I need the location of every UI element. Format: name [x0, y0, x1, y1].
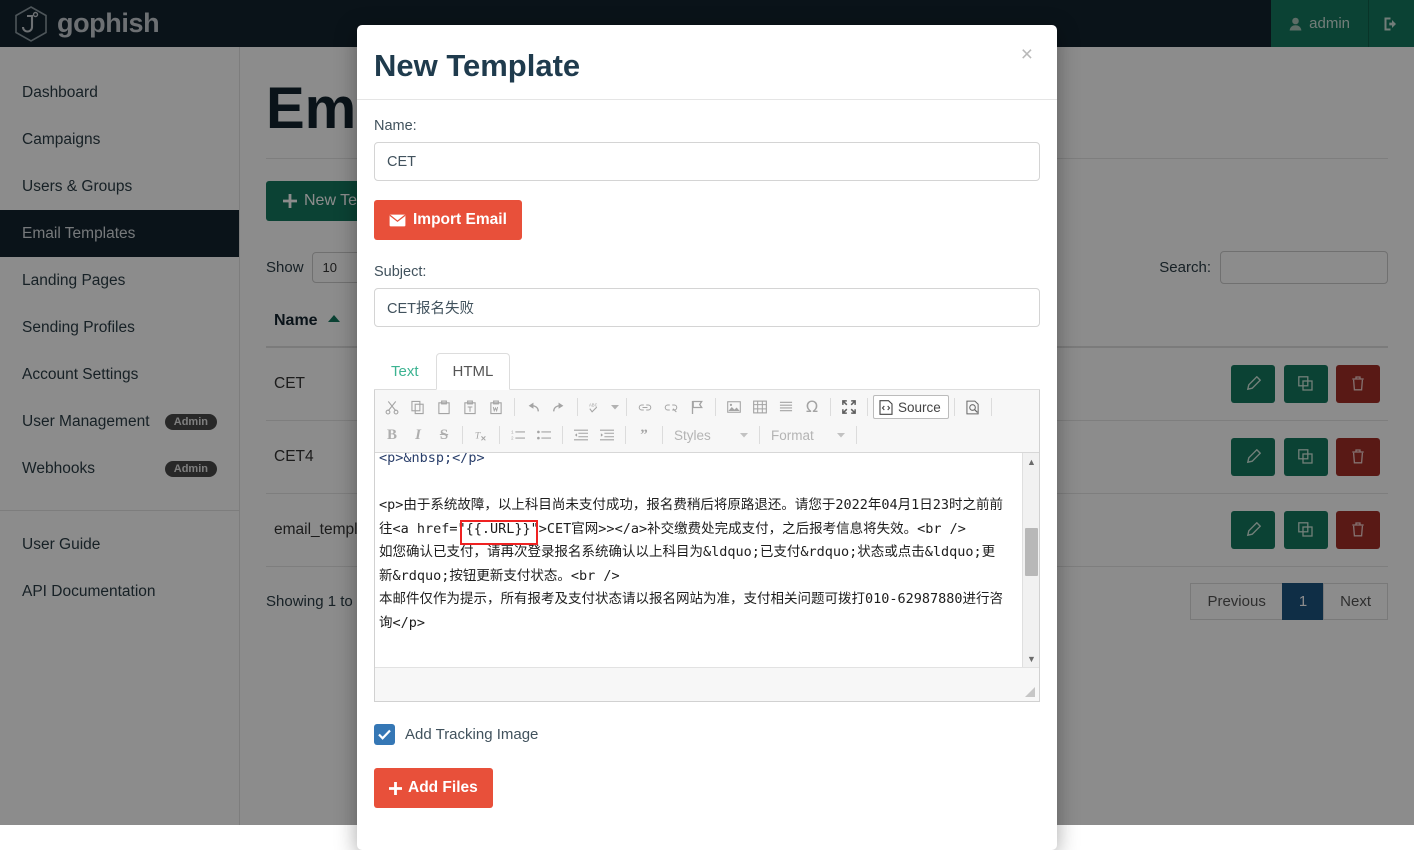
remove-format-icon[interactable]: T — [468, 423, 494, 447]
styles-label: Styles — [674, 428, 711, 443]
source-line-4: 如您确认已支付，请再次登录报名系统确认以上科目为&ldquo;已支付&rdquo… — [379, 544, 995, 584]
bulleted-list-icon[interactable] — [531, 423, 557, 447]
envelope-icon — [389, 214, 406, 227]
toolbar-separator — [991, 398, 992, 416]
undo-icon[interactable] — [520, 395, 546, 419]
import-email-label: Import Email — [413, 211, 507, 229]
chevron-down-icon — [837, 432, 845, 438]
unlink-icon[interactable] — [658, 395, 684, 419]
redo-icon[interactable] — [546, 395, 572, 419]
add-tracking-image-checkbox[interactable] — [374, 724, 395, 745]
source-code-area[interactable]: <p>&nbsp;</p> <p>由于系统故障，以上科目尚未支付成功，报名费稍后… — [375, 453, 1039, 668]
subject-label: Subject: — [374, 264, 1040, 280]
toolbar-separator — [514, 398, 515, 416]
toolbar-separator — [867, 398, 868, 416]
blockquote-icon[interactable]: ” — [631, 423, 657, 447]
table-icon[interactable] — [747, 395, 773, 419]
special-char-icon[interactable]: Ω — [799, 395, 825, 419]
copy-icon[interactable] — [405, 395, 431, 419]
modal-body: Name: Import Email Subject: Text HTML — [357, 100, 1057, 808]
toolbar-separator — [626, 398, 627, 416]
template-name-input[interactable] — [374, 142, 1040, 181]
add-tracking-image-label: Add Tracking Image — [405, 726, 538, 743]
italic-button[interactable]: I — [405, 427, 431, 444]
toolbar-separator — [715, 398, 716, 416]
tab-text[interactable]: Text — [374, 353, 436, 390]
resize-handle[interactable] — [1024, 686, 1036, 698]
bold-button[interactable]: B — [379, 427, 405, 444]
format-dropdown[interactable]: Format — [765, 428, 851, 443]
tab-html[interactable]: HTML — [436, 353, 511, 390]
toolbar-separator — [856, 426, 857, 444]
add-files-label: Add Files — [408, 779, 478, 797]
new-template-modal: New Template × Name: Import Email Subjec… — [357, 25, 1057, 850]
editor-tabs: Text HTML — [374, 351, 1040, 390]
toolbar-separator — [954, 398, 955, 416]
svg-text:2: 2 — [511, 436, 514, 441]
toolbar-separator — [562, 426, 563, 444]
editor-footer — [375, 668, 1039, 701]
toolbar-separator — [462, 426, 463, 444]
maximize-icon[interactable] — [836, 395, 862, 419]
scroll-up-arrow[interactable]: ▲ — [1023, 453, 1039, 470]
strikethrough-button[interactable]: S — [431, 427, 457, 444]
modal-title: New Template — [374, 49, 1040, 83]
source-line-1: <p>&nbsp;</p> — [379, 453, 485, 466]
paste-icon[interactable] — [431, 395, 457, 419]
indent-icon[interactable] — [594, 423, 620, 447]
toolbar-separator — [625, 426, 626, 444]
paste-as-text-icon[interactable] — [457, 395, 483, 419]
anchor-flag-icon[interactable] — [684, 395, 710, 419]
outdent-icon[interactable] — [568, 423, 594, 447]
chevron-down-icon[interactable] — [609, 395, 621, 419]
scrollbar-thumb[interactable] — [1025, 528, 1038, 576]
preview-icon[interactable] — [960, 395, 986, 419]
toolbar-separator — [499, 426, 500, 444]
format-label: Format — [771, 428, 814, 443]
cut-icon[interactable] — [379, 395, 405, 419]
numbered-list-icon[interactable]: 12 — [505, 423, 531, 447]
plus-icon — [389, 782, 402, 795]
svg-text:1: 1 — [511, 430, 514, 435]
name-label: Name: — [374, 118, 1040, 134]
spellcheck-icon[interactable]: ABC — [583, 395, 609, 419]
svg-text:T: T — [475, 430, 481, 441]
source-line-5: 本邮件仅作为提示，所有报考及支付状态请以报名网站为准，支付相关问题可拨打010-… — [379, 591, 1003, 631]
source-label: Source — [898, 400, 941, 415]
chevron-down-icon — [740, 432, 748, 438]
close-icon[interactable]: × — [1015, 43, 1039, 66]
toolbar-row-2: B I S T 12 — [379, 421, 1035, 449]
source-code-text[interactable]: <p>&nbsp;</p> <p>由于系统故障，以上科目尚未支付成功，报名费稍后… — [375, 453, 1015, 635]
add-files-button[interactable]: Add Files — [374, 768, 493, 808]
html-editor: ABC — [374, 390, 1040, 702]
toolbar-separator — [662, 426, 663, 444]
toolbar-row-1: ABC — [379, 393, 1035, 421]
toolbar-separator — [577, 398, 578, 416]
source-button[interactable]: Source — [873, 395, 949, 419]
source-code-icon — [879, 400, 893, 415]
subject-input[interactable] — [374, 288, 1040, 327]
styles-dropdown[interactable]: Styles — [668, 428, 754, 443]
paste-from-word-icon[interactable] — [483, 395, 509, 419]
checkmark-icon — [378, 729, 391, 740]
omega-glyph: Ω — [806, 399, 818, 415]
modal-header: New Template × — [357, 25, 1057, 100]
import-email-button[interactable]: Import Email — [374, 200, 522, 240]
scroll-down-arrow[interactable]: ▼ — [1023, 650, 1039, 667]
horizontal-rule-icon[interactable] — [773, 395, 799, 419]
image-icon[interactable] — [721, 395, 747, 419]
source-scrollbar[interactable]: ▲ ▼ — [1022, 453, 1039, 667]
editor-toolbar: ABC — [375, 390, 1039, 453]
source-line-blank — [379, 474, 387, 490]
link-icon[interactable] — [632, 395, 658, 419]
toolbar-separator — [830, 398, 831, 416]
source-line-paragraph: <p>由于系统故障，以上科目尚未支付成功，报名费稍后将原路退还。请您于2022年… — [379, 497, 1003, 537]
tracking-image-row: Add Tracking Image — [374, 724, 1040, 745]
toolbar-separator — [759, 426, 760, 444]
